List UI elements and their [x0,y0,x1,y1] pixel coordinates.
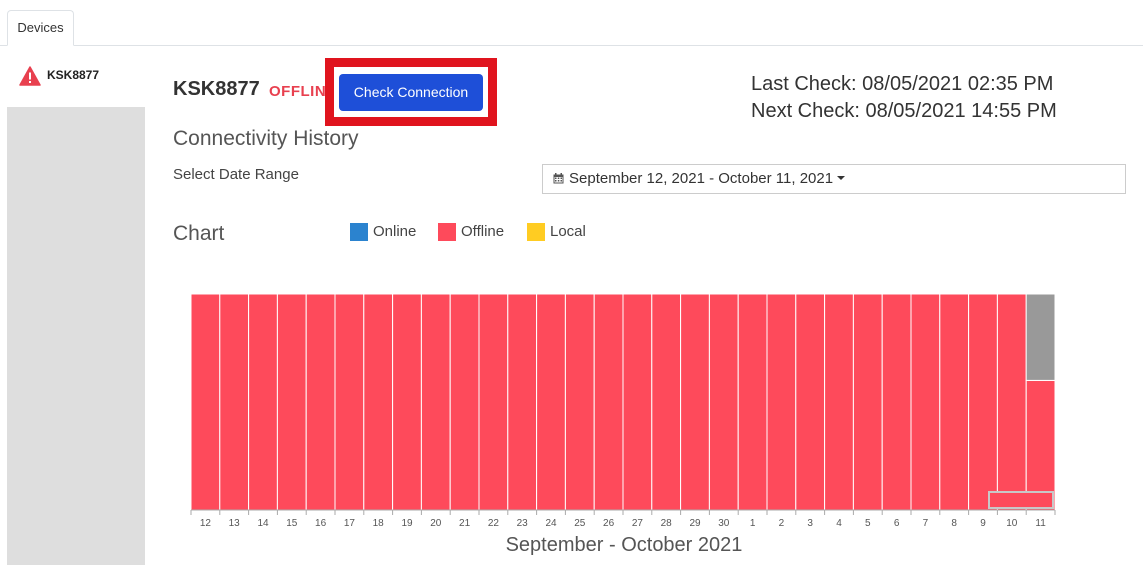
x-tick-label: 30 [718,518,730,529]
bar-1-series-0[interactable] [737,293,768,511]
x-tick-label: 11 [1035,518,1046,529]
x-tick-label: 25 [574,518,586,529]
bar-3-series-0[interactable] [795,293,826,511]
bar-16-series-0[interactable] [305,293,336,511]
bar-26-series-0[interactable] [593,293,624,511]
bar-12-series-0[interactable] [190,293,221,511]
bar-21-series-0[interactable] [449,293,480,511]
x-axis-label: September - October 2021 [506,534,743,556]
bar-8-series-0[interactable] [939,293,970,511]
x-tick-label: 24 [545,518,557,529]
x-tick-label: 20 [430,518,442,529]
bar-10-series-0[interactable] [996,293,1027,511]
bar-28-series-0[interactable] [651,293,682,511]
bar-14-series-0[interactable] [248,293,278,511]
bar-5-series-0[interactable] [852,293,883,511]
bar-17-series-0[interactable] [334,293,365,511]
x-tick-label: 10 [1006,518,1018,529]
bar-25-series-0[interactable] [564,293,595,511]
x-tick-label: 7 [923,518,929,529]
x-tick-label: 6 [894,518,900,529]
bar-23-series-0[interactable] [507,293,538,511]
x-tick-label: 3 [807,518,813,529]
bar-6-series-0[interactable] [881,293,912,511]
x-tick-label: 4 [836,518,842,529]
x-tick-label: 28 [661,518,673,529]
x-tick-label: 22 [488,518,500,529]
x-tick-label: 23 [517,518,529,529]
bar-27-series-0[interactable] [622,293,653,511]
x-tick-label: 18 [373,518,385,529]
bar-9-series-0[interactable] [968,293,998,511]
x-tick-label: 29 [689,518,701,529]
x-tick-label: 9 [980,518,986,529]
chart-scroll-handle[interactable] [988,491,1054,509]
x-tick-label: 5 [865,518,871,529]
x-tick-label: 14 [257,518,269,529]
x-tick-label: 8 [951,518,957,529]
bar-2-series-0[interactable] [766,293,797,511]
x-tick-label: 12 [200,518,212,529]
bar-13-series-0[interactable] [219,293,250,511]
bar-11-series-1[interactable] [1025,293,1056,381]
bar-24-series-0[interactable] [536,293,566,511]
x-tick-label: 21 [459,518,471,529]
bar-29-series-0[interactable] [680,293,710,511]
bar-4-series-0[interactable] [824,293,854,511]
x-tick-label: 26 [603,518,615,529]
x-tick-label: 15 [286,518,298,529]
x-tick-label: 27 [632,518,644,529]
bar-18-series-0[interactable] [363,293,394,511]
bar-11-series-0[interactable] [1025,379,1056,511]
x-tick-label: 17 [344,518,356,529]
bar-20-series-0[interactable] [420,293,451,511]
bar-19-series-0[interactable] [392,293,422,511]
bar-22-series-0[interactable] [478,293,509,511]
x-tick-label: 16 [315,518,327,529]
x-tick-label: 19 [401,518,413,529]
bar-30-series-0[interactable] [708,293,739,511]
x-tick-label: 13 [229,518,241,529]
bar-7-series-0[interactable] [910,293,941,511]
x-tick-label: 1 [750,518,756,529]
connectivity-chart: 12 13 14 15 16 17 18 19 20 21 22 23 24 25 26 27 28 29 30 1 2… [190,293,1056,556]
x-tick-label: 2 [779,518,785,529]
bar-15-series-0[interactable] [276,293,307,511]
